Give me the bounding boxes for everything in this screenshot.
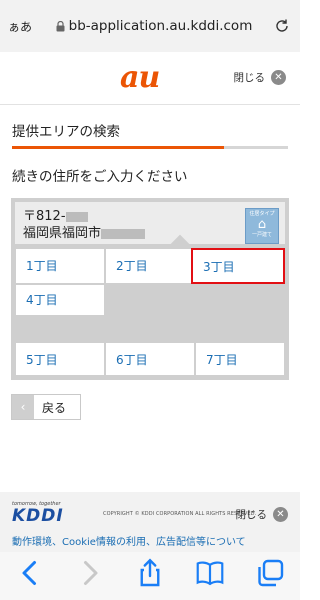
footer-links[interactable]: 動作環境、Cookie情報の利用、広告配信等について [12,533,246,548]
chome-option-4[interactable]: 4丁目 [15,284,105,316]
chome-option-3[interactable]: 3丁目 [191,248,285,284]
reload-icon[interactable] [272,18,292,34]
page-title: 提供エリアの検索 [12,124,120,140]
close-icon: ✕ [273,507,288,522]
forward-arrow-icon[interactable] [75,558,105,588]
kddi-logo: KDDI [12,506,64,526]
progress-bar-remaining [224,146,288,149]
close-icon: ✕ [271,70,286,85]
chome-option-1[interactable]: 1丁目 [15,248,105,284]
postal-code-line: 〒812- [23,208,277,225]
reader-settings-button[interactable]: ぁあ [8,18,36,35]
address-line: 福岡県福岡市 [23,225,277,242]
redacted-text [65,211,88,222]
tabs-icon[interactable] [255,558,285,588]
badge-bottom-label: 一戸建て [251,232,272,238]
chome-option-6[interactable]: 6丁目 [105,342,195,376]
chome-grid: 1丁目 2丁目 3丁目 4丁目 5丁目 6丁目 7丁目 [11,244,289,380]
header-divider [0,104,300,105]
copyright-text: COPYRIGHT © KDDI CORPORATION ALL RIGHTS … [103,511,257,517]
back-label: 戻る [42,400,67,415]
address-text: 福岡県福岡市 [23,226,102,241]
share-icon[interactable] [135,558,165,588]
lock-icon [56,20,65,31]
bookmarks-icon[interactable] [195,558,225,588]
chome-option-7[interactable]: 7丁目 [195,342,285,376]
address-field[interactable]: bb-application.au.kddi.com [36,9,272,43]
site-footer: tomorrow, together KDDI COPYRIGHT © KDDI… [0,492,300,552]
instruction-text: 続きの住所をご入力ください [12,169,188,185]
browser-url-bar[interactable]: ぁあ bb-application.au.kddi.com [0,0,300,52]
close-button-footer[interactable]: 閉じる ✕ [235,507,288,522]
browser-toolbar [0,552,300,600]
au-logo: au [120,60,160,95]
close-label: 閉じる [233,72,266,84]
postal-code: 〒812- [23,209,66,224]
redacted-text [101,228,146,239]
progress-bar-filled [12,146,224,149]
chevron-left-icon: ‹ [12,395,34,419]
chome-option-2[interactable]: 2丁目 [105,248,195,284]
house-icon: ⌂ [257,217,267,232]
close-label: 閉じる [235,509,268,521]
chome-option-5[interactable]: 5丁目 [15,342,105,376]
close-button-top[interactable]: 閉じる ✕ [233,70,286,85]
pointer-arrow [168,232,192,244]
site-header: au 閉じる ✕ [0,52,300,104]
url-text: bb-application.au.kddi.com [68,18,253,34]
back-arrow-icon[interactable] [15,558,45,588]
back-button[interactable]: ‹ 戻る [11,394,81,420]
housing-type-badge: 住居タイプ ⌂ 一戸建て [245,208,279,244]
